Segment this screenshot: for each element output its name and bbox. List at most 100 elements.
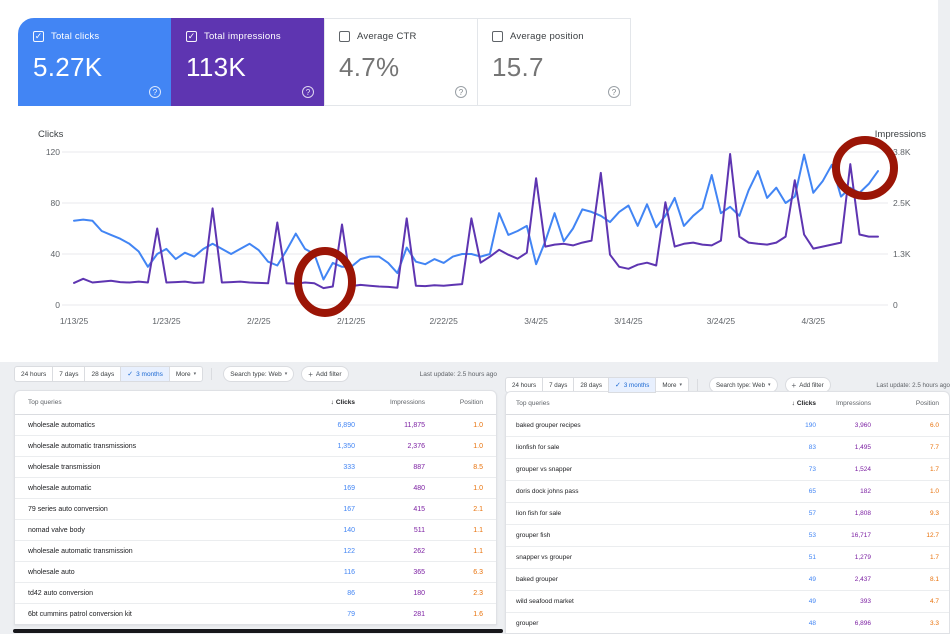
- more-ranges-button[interactable]: More ▾: [169, 366, 203, 382]
- column-top-queries[interactable]: Top queries: [28, 399, 265, 406]
- svg-text:1/13/25: 1/13/25: [60, 316, 89, 326]
- range-3-months-chip[interactable]: ✓ 3 months: [120, 366, 170, 382]
- search-type-button[interactable]: Search type: Web ▾: [223, 366, 294, 382]
- table-row[interactable]: 79 series auto conversion 167 415 2.1: [15, 499, 496, 520]
- impressions-cell: 281: [355, 611, 425, 618]
- query-cell[interactable]: wholesale automatics: [28, 422, 265, 429]
- query-cell[interactable]: td42 auto conversion: [28, 590, 265, 597]
- checkbox-unchecked-icon[interactable]: [339, 31, 350, 42]
- checkbox-checked-icon[interactable]: ✓: [186, 31, 197, 42]
- divider: [697, 379, 698, 391]
- query-cell[interactable]: wholesale transmission: [28, 464, 265, 471]
- help-icon[interactable]: ?: [608, 86, 620, 98]
- table-row[interactable]: 6bt cummins patrol conversion kit 79 281…: [15, 604, 496, 625]
- svg-text:2.5K: 2.5K: [893, 198, 911, 208]
- clicks-cell: 140: [265, 527, 355, 534]
- query-cell[interactable]: lionfish for sale: [516, 444, 736, 451]
- card-label: Average position: [510, 31, 584, 42]
- position-cell: 8.5: [425, 464, 483, 471]
- query-cell[interactable]: nomad valve body: [28, 527, 265, 534]
- help-icon[interactable]: ?: [455, 86, 467, 98]
- query-cell[interactable]: lion fish for sale: [516, 510, 736, 517]
- query-cell[interactable]: grouper fish: [516, 532, 736, 539]
- card-total-clicks[interactable]: ✓ Total clicks 5.27K ?: [18, 18, 172, 106]
- last-update-text: Last update: 2.5 hours ago: [420, 371, 497, 378]
- column-top-queries[interactable]: Top queries: [516, 400, 736, 407]
- column-impressions[interactable]: Impressions: [816, 400, 871, 407]
- table-row[interactable]: wholesale automatics 6,890 11,875 1.0: [15, 415, 496, 436]
- range-7-days-chip[interactable]: 7 days: [52, 366, 85, 382]
- table-row[interactable]: wholesale automatic transmissions 1,350 …: [15, 436, 496, 457]
- query-cell[interactable]: wholesale auto: [28, 569, 265, 576]
- position-cell: 1.0: [871, 488, 939, 495]
- query-cell[interactable]: snapper vs grouper: [516, 554, 736, 561]
- query-cell[interactable]: wholesale automatic: [28, 485, 265, 492]
- card-label: Total impressions: [204, 31, 281, 42]
- add-filter-button[interactable]: + Add filter: [301, 366, 348, 382]
- caret-down-icon: ▾: [768, 382, 771, 388]
- card-label: Average CTR: [357, 31, 417, 42]
- checkbox-unchecked-icon[interactable]: [492, 31, 503, 42]
- search-console-performance-page: ✓ Total clicks 5.27K ? ✓ Total impressio…: [0, 0, 950, 633]
- table-row[interactable]: grouper 48 6,896 3.3: [506, 613, 949, 634]
- range-28-days-chip[interactable]: 28 days: [84, 366, 121, 382]
- table-row[interactable]: wholesale automatic transmission 122 262…: [15, 541, 496, 562]
- query-cell[interactable]: 6bt cummins patrol conversion kit: [28, 611, 265, 618]
- query-cell[interactable]: baked grouper recipes: [516, 422, 736, 429]
- clicks-cell: 51: [736, 554, 816, 561]
- card-total-impressions[interactable]: ✓ Total impressions 113K ?: [171, 18, 325, 106]
- check-icon: ✓: [615, 381, 621, 389]
- table-row[interactable]: td42 auto conversion 86 180 2.3: [15, 583, 496, 604]
- svg-text:1.3K: 1.3K: [893, 249, 911, 259]
- table-header: Top queries ↓Clicks Impressions Position: [15, 391, 496, 415]
- table-row[interactable]: snapper vs grouper 51 1,279 1.7: [506, 547, 949, 569]
- table-row[interactable]: wholesale transmission 333 887 8.5: [15, 457, 496, 478]
- table-row[interactable]: grouper vs snapper 73 1,524 1.7: [506, 459, 949, 481]
- card-average-position[interactable]: Average position 15.7 ?: [477, 18, 631, 106]
- table-row[interactable]: nomad valve body 140 511 1.1: [15, 520, 496, 541]
- impressions-cell: 182: [816, 488, 871, 495]
- column-clicks[interactable]: ↓Clicks: [736, 400, 816, 407]
- card-average-ctr[interactable]: Average CTR 4.7% ?: [324, 18, 478, 106]
- position-cell: 1.0: [425, 485, 483, 492]
- position-cell: 2.1: [425, 506, 483, 513]
- range-24-hours-chip[interactable]: 24 hours: [14, 366, 53, 382]
- query-cell[interactable]: wild seafood market: [516, 598, 736, 605]
- column-position[interactable]: Position: [871, 400, 939, 407]
- table-row[interactable]: wholesale auto 116 365 6.3: [15, 562, 496, 583]
- filter-bar: 24 hours 7 days 28 days ✓ 3 months More …: [14, 366, 497, 382]
- svg-text:40: 40: [51, 249, 61, 259]
- table-row[interactable]: doris dock johns pass 65 182 1.0: [506, 481, 949, 503]
- range-3-months-chip[interactable]: ✓ 3 months: [608, 377, 656, 393]
- query-cell[interactable]: wholesale automatic transmission: [28, 548, 265, 555]
- svg-text:0: 0: [893, 300, 898, 310]
- plus-icon: +: [308, 370, 313, 379]
- query-cell[interactable]: wholesale automatic transmissions: [28, 443, 265, 450]
- query-cell[interactable]: doris dock johns pass: [516, 488, 736, 495]
- impressions-cell: 11,875: [355, 422, 425, 429]
- query-cell[interactable]: 79 series auto conversion: [28, 506, 265, 513]
- column-clicks[interactable]: ↓Clicks: [265, 399, 355, 406]
- query-cell[interactable]: grouper: [516, 620, 736, 627]
- table-row[interactable]: baked grouper recipes 190 3,960 6.0: [506, 415, 949, 437]
- help-icon[interactable]: ?: [302, 86, 314, 98]
- svg-text:120: 120: [46, 147, 60, 157]
- help-icon[interactable]: ?: [149, 86, 161, 98]
- table-row[interactable]: wholesale automatic 169 480 1.0: [15, 478, 496, 499]
- plus-icon: +: [792, 381, 797, 390]
- query-cell[interactable]: baked grouper: [516, 576, 736, 583]
- impressions-cell: 365: [355, 569, 425, 576]
- query-cell[interactable]: grouper vs snapper: [516, 466, 736, 473]
- performance-line-chart[interactable]: 1203.8K802.5K401.3K00ClicksImpressions1/…: [0, 126, 950, 344]
- table-row[interactable]: baked grouper 49 2,437 8.1: [506, 569, 949, 591]
- checkbox-checked-icon[interactable]: ✓: [33, 31, 44, 42]
- column-position[interactable]: Position: [425, 399, 483, 406]
- svg-text:2/2/25: 2/2/25: [247, 316, 271, 326]
- column-impressions[interactable]: Impressions: [355, 399, 425, 406]
- impressions-cell: 1,808: [816, 510, 871, 517]
- table-row[interactable]: grouper fish 53 16,717 12.7: [506, 525, 949, 547]
- table-row[interactable]: lion fish for sale 57 1,808 9.3: [506, 503, 949, 525]
- table-row[interactable]: wild seafood market 49 393 4.7: [506, 591, 949, 613]
- table-row[interactable]: lionfish for sale 83 1,495 7.7: [506, 437, 949, 459]
- clicks-cell: 57: [736, 510, 816, 517]
